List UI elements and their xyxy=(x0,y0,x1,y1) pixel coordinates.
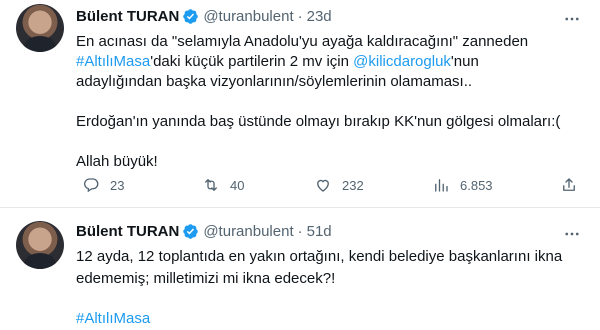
tweet-header: Bülent TURAN @turanbulent · 23d xyxy=(76,8,332,25)
tweet-text-line: adaylığından başka vizyonlarının/söyleml… xyxy=(76,73,473,90)
tweet[interactable]: Bülent TURAN @turanbulent · 23d En acına… xyxy=(0,0,600,207)
author-name[interactable]: Bülent TURAN xyxy=(76,8,179,25)
tweet-text-line: En acınası da "selamıyla Anadolu'yu ayağ… xyxy=(76,33,529,50)
tweet-text-line: #AltılıMasa'daki küçük partilerin 2 mv i… xyxy=(76,52,586,72)
tweet-header: Bülent TURAN @turanbulent · 51d xyxy=(76,223,332,240)
more-icon[interactable] xyxy=(562,9,582,29)
heart-icon xyxy=(317,179,329,192)
reply-button[interactable]: 23 xyxy=(82,176,124,194)
mention-link[interactable]: @kilicdarogluk xyxy=(353,53,451,70)
share-button[interactable] xyxy=(560,176,578,194)
views-button[interactable]: 6.853 xyxy=(432,176,493,194)
hashtag-link[interactable]: #AltılıMasa xyxy=(76,53,150,70)
view-count: 6.853 xyxy=(460,177,493,193)
author-handle[interactable]: @turanbulent xyxy=(203,8,293,25)
tweet-text-line: 12 ayda, 12 toplantıda en yakın ortağını… xyxy=(76,248,563,265)
views-icon xyxy=(435,179,448,192)
retweet-count: 40 xyxy=(230,177,245,193)
tweet-text-line: Allah büyük! xyxy=(76,153,158,170)
author-name[interactable]: Bülent TURAN xyxy=(76,223,179,240)
tweet-text-line: edememiş; milletimizi mi ikna edecek?! xyxy=(76,270,336,287)
tweet-timestamp[interactable]: 23d xyxy=(307,8,332,25)
tweet-text: 12 ayda, 12 toplantıda en yakın ortağını… xyxy=(76,246,586,330)
more-icon[interactable] xyxy=(562,224,582,244)
tweet-timestamp[interactable]: 51d xyxy=(307,223,332,240)
like-count: 232 xyxy=(342,177,364,193)
like-button[interactable]: 232 xyxy=(314,176,364,194)
tweet[interactable]: Bülent TURAN @turanbulent · 51d 12 ayda,… xyxy=(0,208,600,327)
retweet-icon xyxy=(205,179,217,191)
separator-dot: · xyxy=(297,223,303,240)
share-icon xyxy=(563,178,575,191)
tweet-text-fragment: 'nun xyxy=(450,53,479,70)
tweet-text: En acınası da "selamıyla Anadolu'yu ayağ… xyxy=(76,32,586,172)
tweet-text-line: Erdoğan'ın yanında baş üstünde olmayı bı… xyxy=(76,113,561,130)
author-handle[interactable]: @turanbulent xyxy=(203,223,293,240)
avatar[interactable] xyxy=(16,4,64,52)
verified-badge-icon xyxy=(183,9,199,24)
hashtag-link[interactable]: #AltılıMasa xyxy=(76,308,586,330)
avatar[interactable] xyxy=(16,221,64,269)
reply-icon xyxy=(83,178,99,193)
reply-count: 23 xyxy=(110,177,125,193)
separator-dot: · xyxy=(297,8,303,25)
tweet-actions: 23 40 232 6.853 xyxy=(76,176,586,198)
retweet-button[interactable]: 40 xyxy=(202,176,244,194)
tweet-text-fragment: 'daki küçük partilerin 2 mv için xyxy=(150,53,354,70)
verified-badge-icon xyxy=(183,224,199,239)
